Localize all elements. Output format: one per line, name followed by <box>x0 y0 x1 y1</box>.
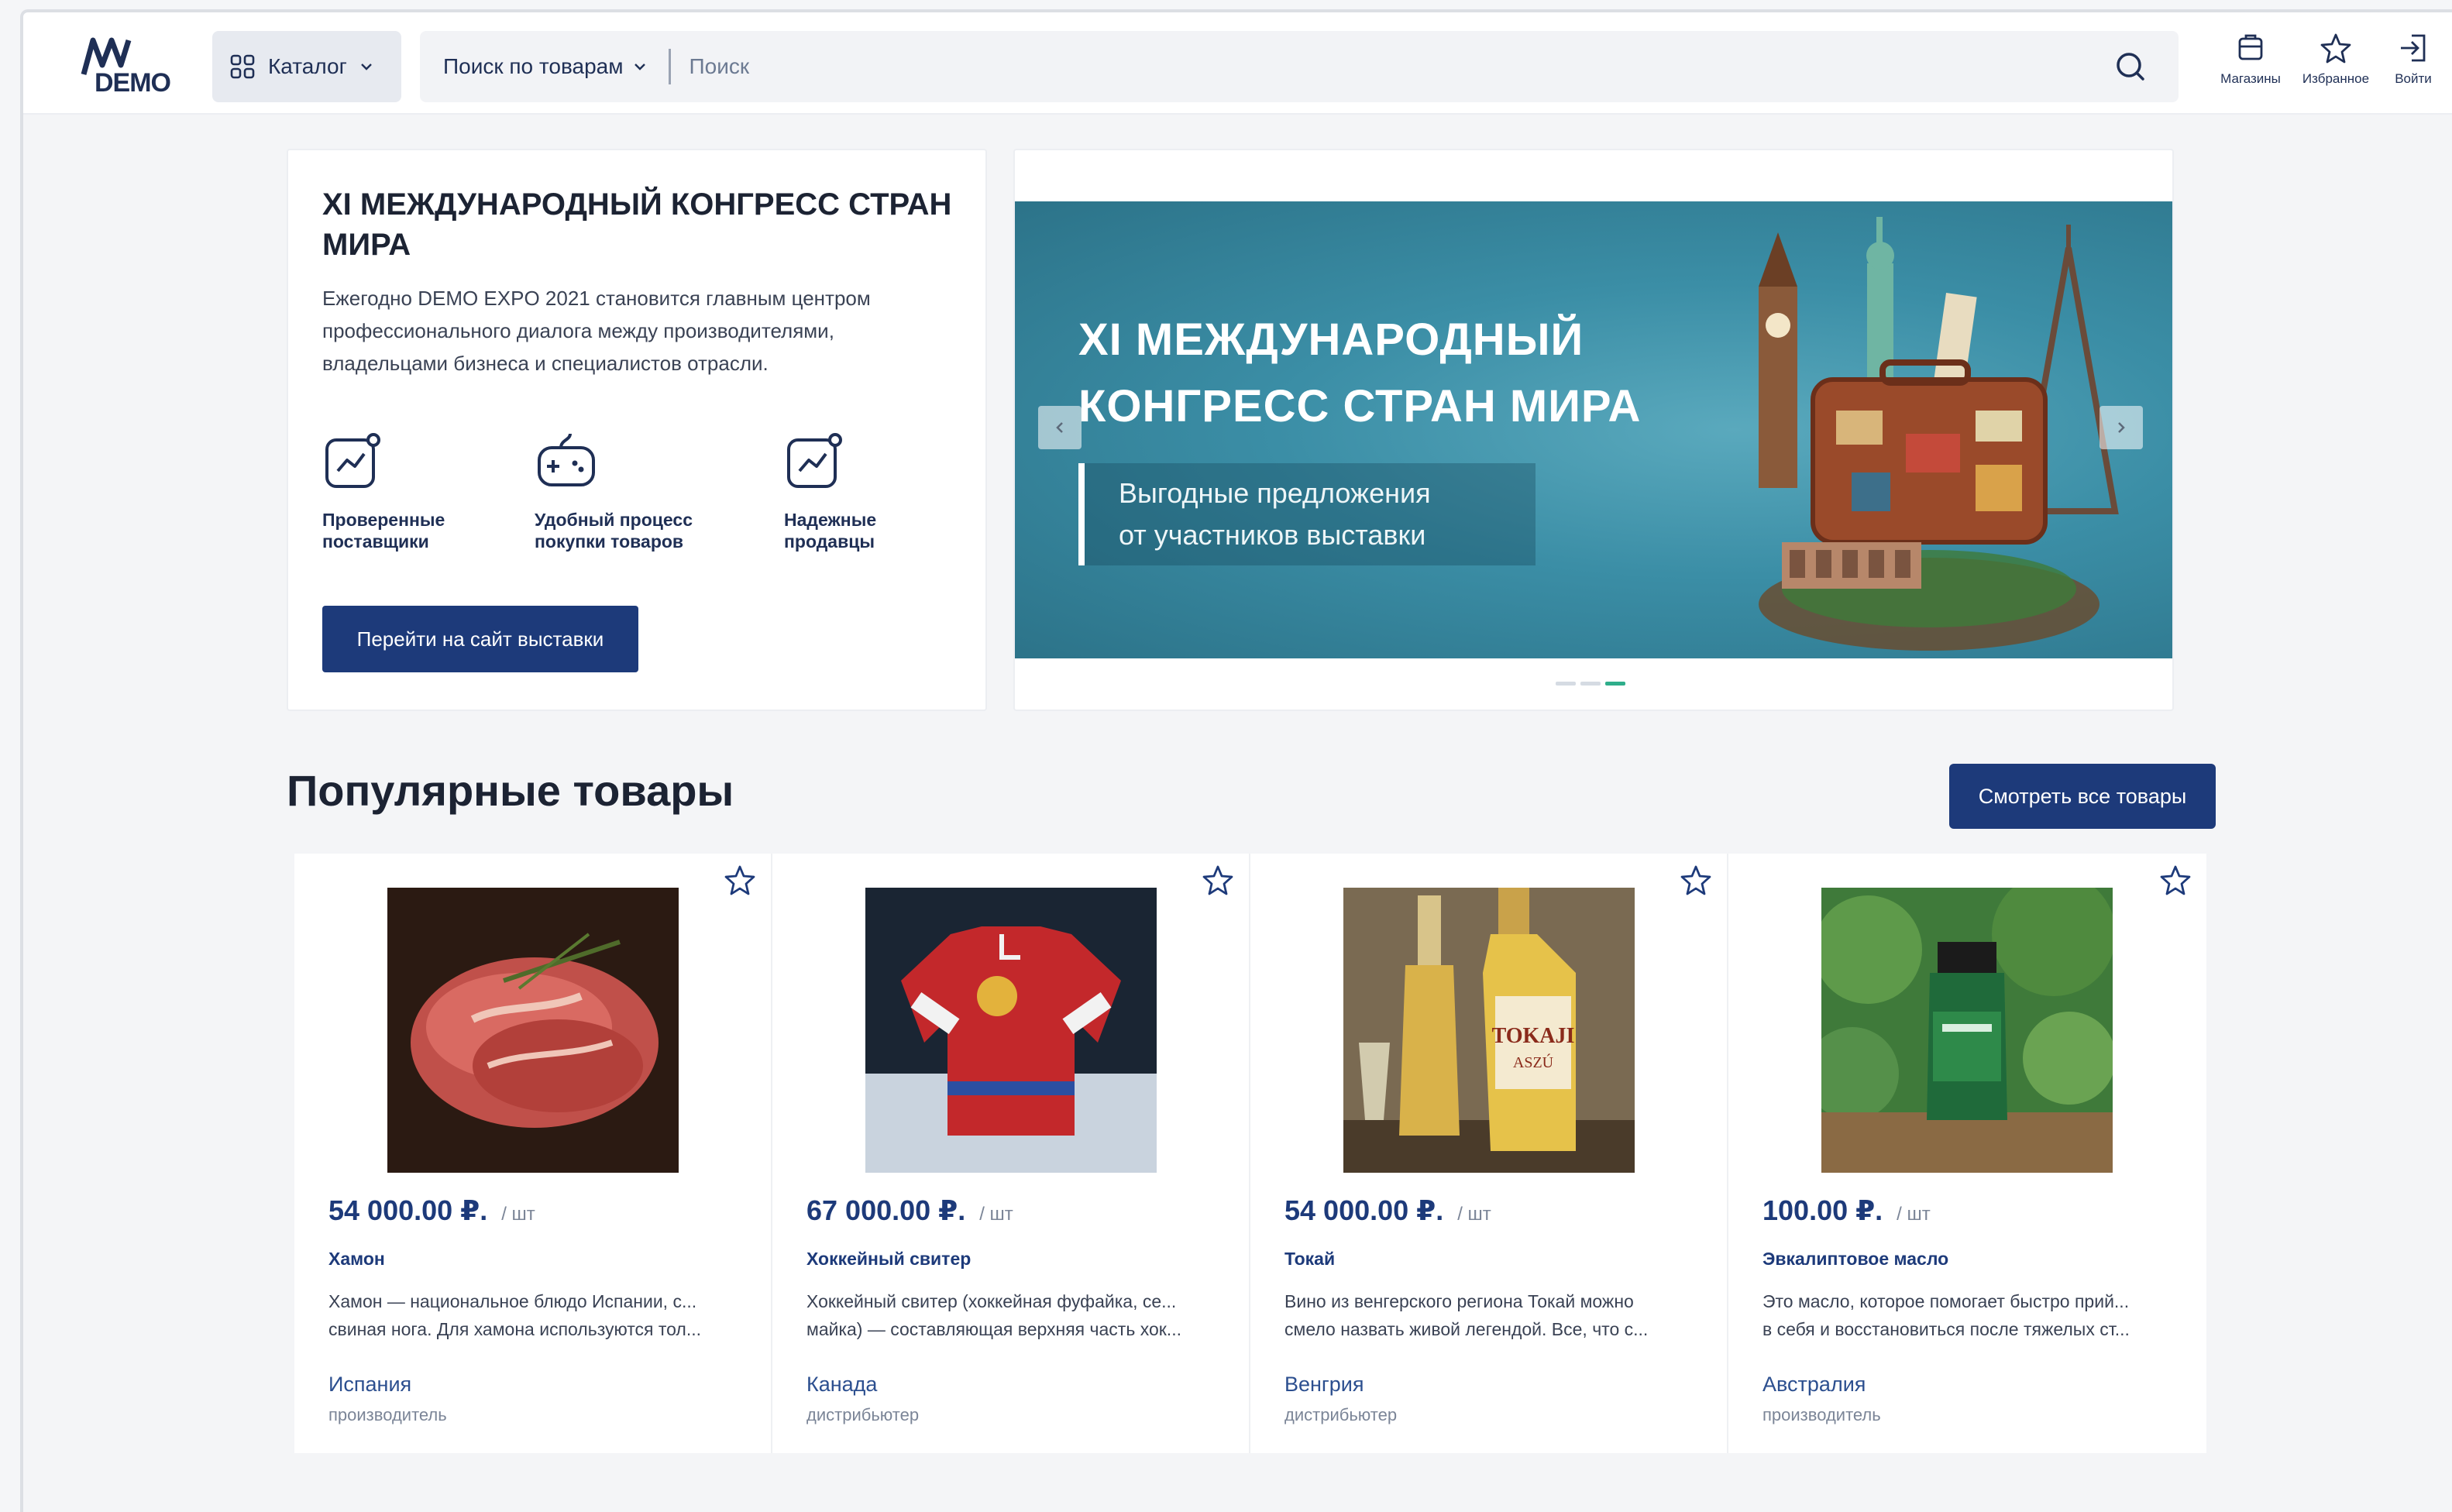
star-icon[interactable] <box>2158 863 2192 897</box>
product-name[interactable]: Хоккейный свитер <box>806 1249 971 1270</box>
banner-subtitle: Выгодные предложения от участников выста… <box>1119 477 1431 551</box>
slider-next-button[interactable] <box>2100 406 2143 449</box>
stores-label: Магазины <box>2220 71 2281 86</box>
product-card[interactable]: 67 000.00 ₽. / шт Хоккейный свитер Хоккей… <box>772 854 1250 1453</box>
search-scope-dropdown[interactable]: Поиск по товарам <box>420 49 671 84</box>
login-label: Войти <box>2395 71 2432 86</box>
top-header: DEMO Каталог Поиск по товарам Поиск Мага… <box>23 12 2452 115</box>
stores-button[interactable]: Магазины <box>2208 31 2293 98</box>
favorites-label: Избранное <box>2302 71 2370 86</box>
search-bar: Поиск по товарам <box>420 31 2179 102</box>
product-list: 54 000.00 ₽. / шт Хамон Хамон — националь… <box>294 854 2208 1453</box>
slider-dot[interactable] <box>1580 682 1601 686</box>
chevron-left-icon <box>1056 422 1063 433</box>
star-icon[interactable] <box>1201 863 1235 897</box>
banner-slide[interactable]: XI МЕЖДУНАРОДНЫЙ КОНГРЕСС СТРАН МИРА Выг… <box>1015 201 2172 658</box>
feature-convenient-purchase: Удобный процесс покупки товаров <box>535 431 736 552</box>
go-to-expo-button[interactable]: Перейти на сайт выставки <box>322 606 638 672</box>
expo-promo-card: XI МЕЖДУНАРОДНЫЙ КОНГРЕСС СТРАН МИРА Еже… <box>287 149 987 711</box>
product-country[interactable]: Испания <box>328 1373 411 1397</box>
promo-description: Ежегодно DEMO EXPO 2021 становится главн… <box>322 287 871 375</box>
product-description: Хоккейный свитер (хоккейная фуфайка, се.… <box>806 1291 1181 1339</box>
svg-text:TOKAJI: TOKAJI <box>1492 1024 1575 1048</box>
search-icon[interactable] <box>2110 46 2151 87</box>
star-icon[interactable] <box>1679 863 1713 897</box>
product-description: Вино из венгерского региона Токай можно … <box>1284 1291 1649 1339</box>
see-all-products-button[interactable]: Смотреть все товары <box>1949 764 2216 829</box>
banner-slider: XI МЕЖДУНАРОДНЫЙ КОНГРЕСС СТРАН МИРА Выг… <box>1013 149 2174 711</box>
chevron-down-icon <box>360 64 372 70</box>
slider-dot[interactable] <box>1556 682 1576 686</box>
product-image[interactable]: TOKAJI ASZÚ <box>1343 888 1635 1173</box>
chart-icon <box>325 433 380 488</box>
browser-viewport: DEMO Каталог Поиск по товарам Поиск Мага… <box>20 9 2452 1512</box>
product-price: 67 000.00 ₽. / шт <box>806 1194 1013 1226</box>
login-icon <box>2401 34 2426 62</box>
product-card[interactable]: 54 000.00 ₽. / шт Хамон Хамон — националь… <box>294 854 772 1453</box>
product-image[interactable] <box>865 888 1157 1173</box>
login-button[interactable]: Войти <box>2371 31 2452 98</box>
catalog-button[interactable]: Каталог <box>212 31 401 102</box>
site-logo[interactable]: DEMO <box>79 34 187 98</box>
popular-products-title: Популярные товары <box>287 766 734 815</box>
favorites-button[interactable]: Избранное <box>2293 31 2378 98</box>
promo-title: XI МЕЖДУНАРОДНЫЙ КОНГРЕСС СТРАН МИРА <box>322 187 952 262</box>
product-seller-role: производитель <box>1762 1405 1881 1424</box>
star-icon <box>2320 33 2351 64</box>
slider-dots <box>1556 682 1625 686</box>
feature-reliable-sellers: Надежные продавцы <box>784 431 985 552</box>
product-country[interactable]: Венгрия <box>1284 1373 1364 1397</box>
slider-prev-button[interactable] <box>1038 406 1082 449</box>
product-card[interactable]: TOKAJI ASZÚ 54 000.00 ₽. / шт Токай Вино … <box>1250 854 1728 1453</box>
grid-icon <box>230 54 255 79</box>
search-input[interactable] <box>670 43 2110 90</box>
product-image[interactable] <box>1821 888 2113 1173</box>
chevron-right-icon <box>2118 422 2125 433</box>
feature-label: Проверенные поставщики <box>322 510 445 552</box>
product-price: 54 000.00 ₽. / шт <box>1284 1194 1491 1226</box>
product-seller-role: дистрибьютер <box>1284 1405 1398 1424</box>
product-price: 100.00 ₽. / шт <box>1762 1194 1931 1226</box>
feature-verified-suppliers: Проверенные поставщики <box>322 431 524 552</box>
gamepad-icon <box>538 433 595 486</box>
product-name[interactable]: Токай <box>1284 1249 1335 1270</box>
product-country[interactable]: Канада <box>806 1373 877 1397</box>
product-description: Хамон — национальное блюдо Испании, с...… <box>328 1291 702 1339</box>
catalog-label: Каталог <box>268 54 347 78</box>
product-description: Это масло, которое помогает быстро прий.… <box>1762 1291 2130 1339</box>
logo-text: DEMO <box>95 68 171 98</box>
store-icon <box>2238 34 2263 60</box>
chart-icon <box>787 433 842 488</box>
product-seller-role: производитель <box>328 1405 447 1424</box>
product-name[interactable]: Хамон <box>328 1249 385 1270</box>
product-price: 54 000.00 ₽. / шт <box>328 1194 535 1226</box>
banner-title: XI МЕЖДУНАРОДНЫЙ КОНГРЕСС СТРАН МИРА <box>1078 314 1642 431</box>
search-scope-label: Поиск по товарам <box>443 54 624 78</box>
star-icon[interactable] <box>723 863 757 897</box>
feature-label: Удобный процесс покупки товаров <box>535 510 693 552</box>
product-seller-role: дистрибьютер <box>806 1405 920 1424</box>
product-name[interactable]: Эвкалиптовое масло <box>1762 1249 1948 1270</box>
slider-dot-active[interactable] <box>1605 682 1625 686</box>
product-country[interactable]: Австралия <box>1762 1373 1866 1397</box>
svg-text:ASZÚ: ASZÚ <box>1513 1053 1554 1071</box>
banner-subtitle-box: Выгодные предложения от участников выста… <box>1078 463 1536 565</box>
product-card[interactable]: 100.00 ₽. / шт Эвкалиптовое масло Это мас… <box>1728 854 2206 1453</box>
chevron-down-icon <box>634 64 645 70</box>
product-image[interactable] <box>387 888 679 1173</box>
feature-label: Надежные продавцы <box>784 510 877 552</box>
